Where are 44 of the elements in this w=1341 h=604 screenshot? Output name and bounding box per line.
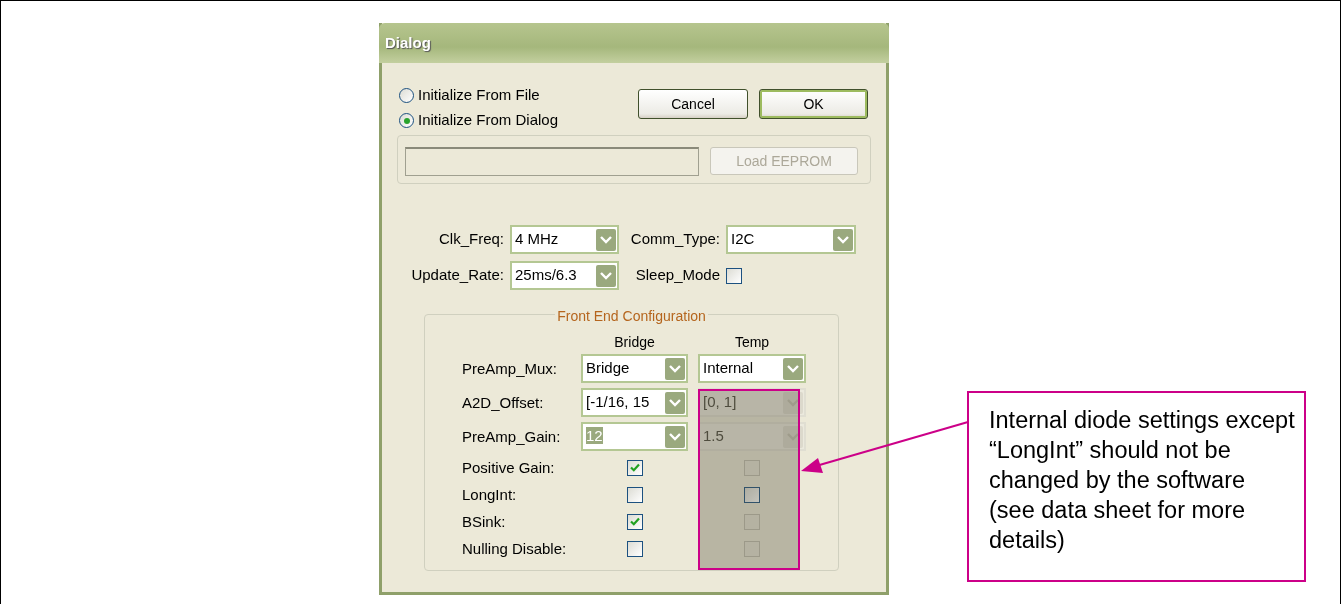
chevron-down-icon — [783, 425, 803, 448]
setting-label: Sleep_Mode — [634, 265, 720, 286]
dropdown[interactable]: I2C — [726, 225, 856, 254]
radio-button[interactable] — [399, 113, 414, 128]
column-heading: Bridge — [613, 333, 656, 352]
setting-label: Update_Rate: — [410, 265, 504, 286]
row-label: Nulling Disable: — [462, 539, 568, 559]
text-field[interactable] — [405, 147, 699, 176]
callout-note: Internal diode settings except “LongInt” should not be changed by the software (see data sheet for more details) — [967, 391, 1306, 582]
checkbox[interactable] — [626, 540, 643, 557]
radio-label[interactable]: Initialize From Dialog — [418, 109, 559, 132]
row-label: BSink: — [462, 512, 507, 532]
row-label: Positive Gain: — [462, 458, 556, 478]
chevron-down-icon — [596, 228, 616, 251]
dropdown[interactable]: Bridge — [581, 354, 688, 383]
setting-label: Clk_Freq: — [437, 229, 504, 250]
radio-label[interactable]: Initialize From File — [418, 84, 540, 107]
row-label: PreAmp_Mux: — [462, 358, 559, 379]
dropdown[interactable]: 25ms/6.3 — [510, 261, 619, 290]
dropdown[interactable]: [-1/16, 15 — [581, 388, 688, 417]
row-label: A2D_Offset: — [462, 392, 545, 413]
chevron-down-icon — [665, 357, 685, 380]
row-label: LongInt: — [462, 485, 518, 505]
checkbox[interactable] — [626, 486, 643, 503]
checkbox[interactable] — [744, 486, 760, 503]
chevron-down-icon — [665, 425, 685, 448]
checkbox[interactable] — [626, 513, 643, 530]
chevron-down-icon — [596, 264, 616, 287]
chevron-down-icon — [833, 228, 853, 251]
dialog-button[interactable]: Cancel — [638, 89, 748, 119]
chevron-down-icon — [665, 391, 685, 414]
setting-label: Comm_Type: — [629, 229, 720, 250]
column-heading: Temp — [733, 333, 771, 352]
checkbox[interactable] — [726, 267, 742, 284]
dropdown[interactable]: Internal — [698, 354, 806, 383]
row-label: PreAmp_Gain: — [462, 426, 562, 447]
group-title: Front End Configuration — [555, 308, 708, 324]
dropdown[interactable]: 4 MHz — [510, 225, 619, 254]
checkbox[interactable] — [626, 459, 643, 476]
dialog-button[interactable]: OK — [759, 89, 868, 119]
radio-button[interactable] — [399, 88, 414, 103]
chevron-down-icon — [783, 357, 803, 380]
window-title: Dialog — [379, 23, 889, 63]
chevron-down-icon — [783, 391, 803, 414]
